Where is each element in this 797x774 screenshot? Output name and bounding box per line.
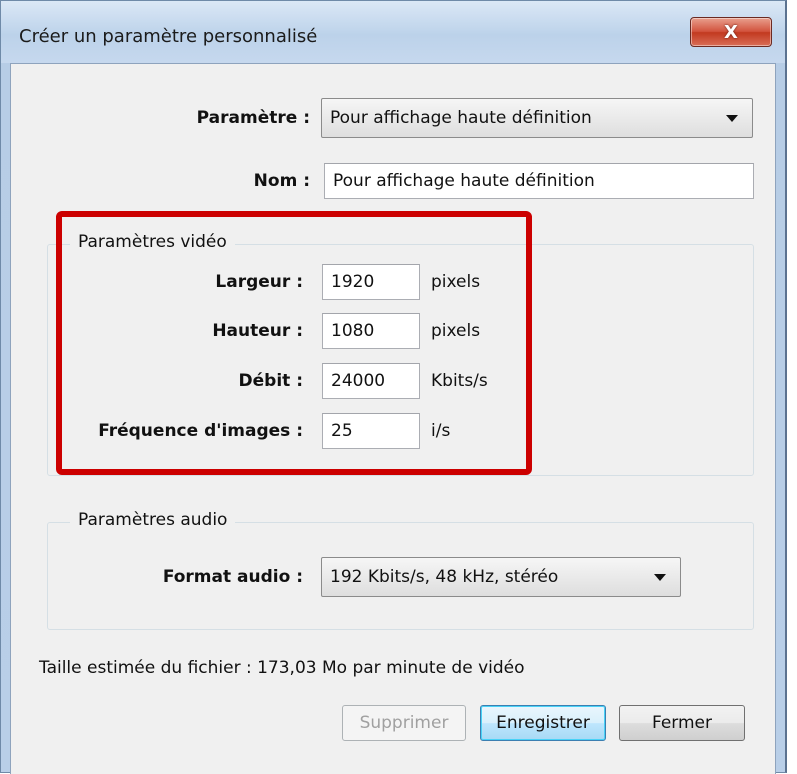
audio-settings-title: Paramètres audio [70,510,236,530]
chevron-down-icon [654,574,666,581]
close-icon: X [724,21,738,43]
preset-label: Paramètre : [196,108,310,128]
close-window-button[interactable]: X [690,17,772,47]
estimated-size-text: Taille estimée du fichier : 173,03 Mo pa… [39,658,525,678]
audio-format-value: 192 Kbits/s, 48 kHz, stéréo [330,567,559,587]
preset-dropdown-value: Pour affichage haute définition [330,108,592,128]
title-bar[interactable]: Créer un paramètre personnalisé X [1,1,785,63]
name-label: Nom : [253,171,310,191]
highlight-rectangle [56,211,532,475]
name-input[interactable] [324,163,754,199]
chevron-down-icon [726,115,738,122]
audio-format-dropdown[interactable]: 192 Kbits/s, 48 kHz, stéréo [321,557,681,597]
window-title: Créer un paramètre personnalisé [19,26,318,47]
audio-format-label: Format audio : [162,567,303,587]
preset-dropdown[interactable]: Pour affichage haute définition [321,98,753,138]
delete-button[interactable]: Supprimer [342,705,466,741]
close-button[interactable]: Fermer [619,705,745,741]
save-button[interactable]: Enregistrer [480,705,606,741]
